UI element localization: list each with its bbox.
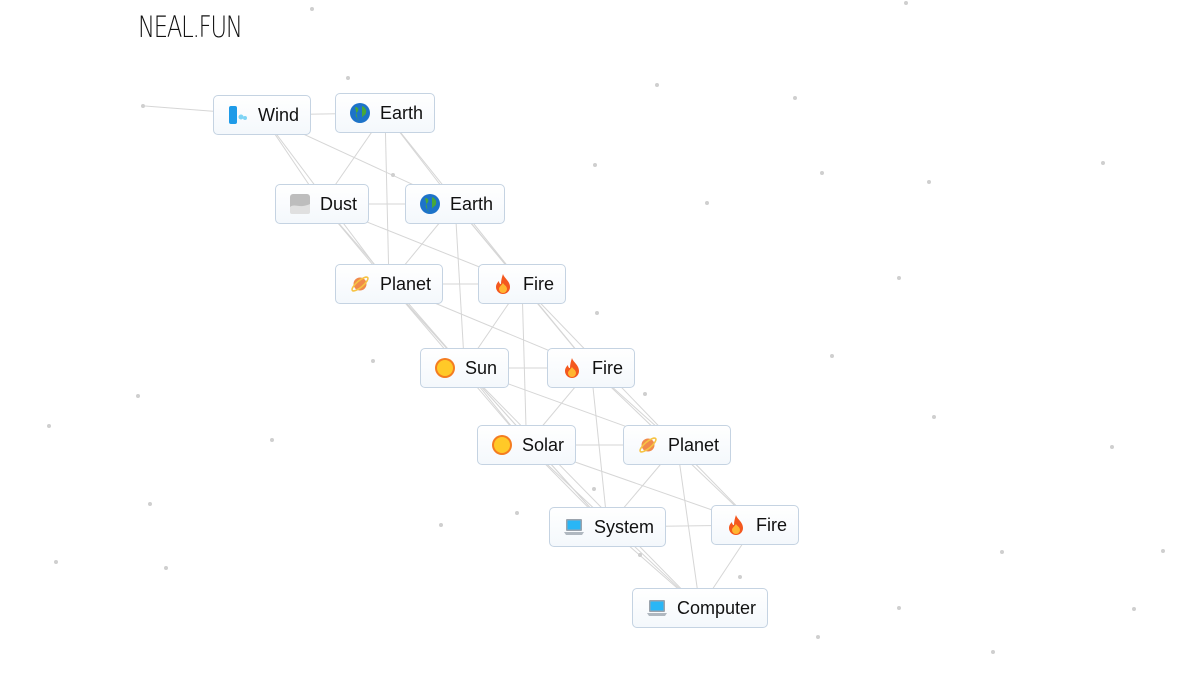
element-label: Planet (668, 434, 720, 455)
element-label: Fire (523, 273, 554, 294)
element-sun[interactable]: Sun (420, 348, 510, 388)
background-dot (593, 163, 597, 167)
background-dot (830, 354, 834, 358)
element-computer[interactable]: Computer (632, 588, 769, 628)
background-dot (136, 394, 140, 398)
element-dust[interactable]: Dust (275, 184, 370, 224)
connection-line (388, 283, 608, 528)
element-label: Planet (380, 273, 432, 294)
background-dot (638, 553, 642, 557)
background-dot (1000, 550, 1004, 554)
wind-icon (227, 104, 249, 126)
element-system[interactable]: System (549, 507, 667, 547)
background-dot (820, 171, 824, 175)
element-solar[interactable]: Solar (477, 425, 577, 465)
planet-icon (637, 434, 659, 456)
background-dot (310, 7, 314, 11)
background-dot (1132, 607, 1136, 611)
background-dot (705, 201, 709, 205)
fire-icon (492, 273, 514, 295)
background-dot (141, 104, 145, 108)
element-label: Earth (380, 102, 424, 123)
element-fire[interactable]: Fire (547, 348, 635, 388)
computer-icon (646, 597, 668, 619)
element-planet[interactable]: Planet (623, 425, 732, 465)
background-dot (391, 173, 395, 177)
connection-line (464, 367, 701, 609)
sun-icon (434, 357, 456, 379)
connection-line (590, 367, 608, 528)
background-dot (897, 276, 901, 280)
background-dot (897, 606, 901, 610)
background-dot (54, 560, 58, 564)
connection-line (454, 203, 465, 369)
background-dot (927, 180, 931, 184)
background-dot (932, 415, 936, 419)
element-label: System (594, 516, 655, 537)
fire-icon (725, 514, 747, 536)
background-dot (270, 438, 274, 442)
background-dot (793, 96, 797, 100)
element-label: Fire (592, 357, 623, 378)
computer-icon (563, 516, 585, 538)
element-label: Wind (258, 104, 300, 125)
element-label: Sun (465, 357, 498, 378)
sun-icon (491, 434, 513, 456)
background-dot (738, 575, 742, 579)
background-dot (643, 392, 647, 396)
background-dot (592, 487, 596, 491)
background-dot (346, 76, 350, 80)
background-dot (1161, 549, 1165, 553)
background-dot (1101, 161, 1105, 165)
background-dot (904, 1, 908, 5)
background-dot (655, 83, 659, 87)
element-label: Dust (320, 193, 358, 214)
background-dot (164, 566, 168, 570)
background-dot (47, 424, 51, 428)
background-dot (1110, 445, 1114, 449)
background-dot (148, 502, 152, 506)
earth-icon (349, 102, 371, 124)
element-label: Solar (522, 434, 565, 455)
connection-line (521, 283, 527, 446)
element-earth[interactable]: Earth (405, 184, 506, 224)
dust-icon (289, 193, 311, 215)
background-dot (816, 635, 820, 639)
background-dot (515, 511, 519, 515)
element-label: Fire (756, 514, 787, 535)
element-label: Earth (450, 193, 494, 214)
connection-line (384, 112, 390, 285)
element-fire[interactable]: Fire (711, 505, 799, 545)
element-fire[interactable]: Fire (478, 264, 566, 304)
connection-lines (144, 105, 756, 609)
background-dot (991, 650, 995, 654)
background-dot (439, 523, 443, 527)
background-dot (371, 359, 375, 363)
background-dot (595, 311, 599, 315)
element-label: Computer (677, 597, 757, 618)
fire-icon (561, 357, 583, 379)
element-planet[interactable]: Planet (335, 264, 444, 304)
element-wind[interactable]: Wind (213, 95, 312, 135)
earth-icon (419, 193, 441, 215)
element-earth[interactable]: Earth (335, 93, 436, 133)
planet-icon (349, 273, 371, 295)
